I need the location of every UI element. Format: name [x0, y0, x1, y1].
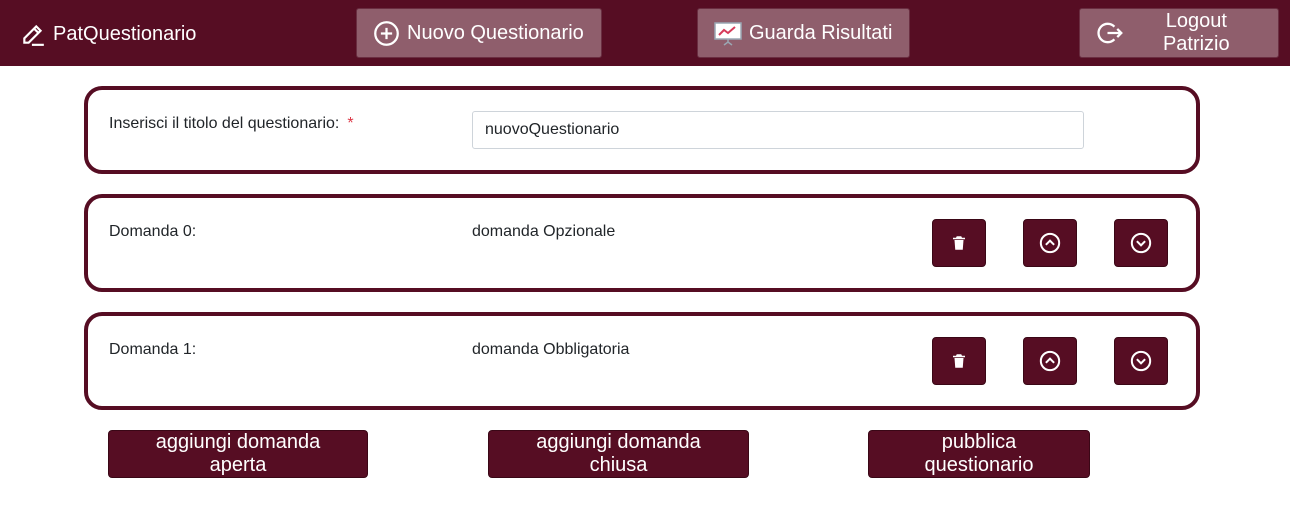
chevron-down-circle-icon — [1130, 350, 1152, 372]
move-down-button[interactable] — [1114, 219, 1168, 267]
brand-link[interactable]: PatQuestionario — [20, 20, 196, 48]
chart-presentation-icon — [714, 22, 742, 46]
view-results-button[interactable]: Guarda Risultati — [697, 8, 910, 58]
logout-icon — [1097, 22, 1123, 44]
delete-question-button[interactable] — [932, 337, 986, 385]
title-input[interactable] — [472, 111, 1084, 149]
top-navbar: PatQuestionario Nuovo Questionario Guard… — [0, 0, 1290, 66]
question-label: Domanda 0: — [109, 223, 197, 240]
required-mark: * — [347, 115, 354, 132]
question-card: Domanda 1: domanda Obbligatoria — [84, 312, 1200, 410]
move-down-button[interactable] — [1114, 337, 1168, 385]
question-text: domanda Opzionale — [472, 223, 616, 240]
new-questionnaire-button[interactable]: Nuovo Questionario — [356, 8, 602, 58]
add-open-question-button[interactable]: aggiungi domanda aperta — [108, 430, 368, 478]
move-up-button[interactable] — [1023, 337, 1077, 385]
chevron-down-circle-icon — [1130, 232, 1152, 254]
brand-label: PatQuestionario — [53, 22, 197, 45]
title-card: Inserisci il titolo del questionario: * — [84, 86, 1200, 174]
title-label-group: Inserisci il titolo del questionario: * — [109, 115, 354, 133]
question-card: Domanda 0: domanda Opzionale — [84, 194, 1200, 292]
move-up-button[interactable] — [1023, 219, 1077, 267]
logout-label: Logout Patrizio — [1162, 10, 1230, 55]
question-text: domanda Obbligatoria — [472, 341, 630, 358]
add-closed-question-button[interactable]: aggiungi domanda chiusa — [488, 430, 749, 478]
new-questionnaire-label: Nuovo Questionario — [407, 21, 584, 44]
publish-questionnaire-button[interactable]: pubblica questionario — [868, 430, 1090, 478]
title-label: Inserisci il titolo del questionario: — [109, 115, 340, 132]
view-results-label: Guarda Risultati — [749, 21, 893, 44]
chevron-up-circle-icon — [1039, 350, 1061, 372]
chevron-up-circle-icon — [1039, 232, 1061, 254]
plus-circle-icon — [374, 20, 399, 46]
delete-question-button[interactable] — [932, 219, 986, 267]
question-label: Domanda 1: — [109, 341, 197, 358]
trash-icon — [953, 354, 965, 368]
pencil-icon — [23, 24, 44, 46]
trash-icon — [953, 236, 965, 250]
logout-button[interactable]: Logout Patrizio — [1079, 8, 1279, 58]
